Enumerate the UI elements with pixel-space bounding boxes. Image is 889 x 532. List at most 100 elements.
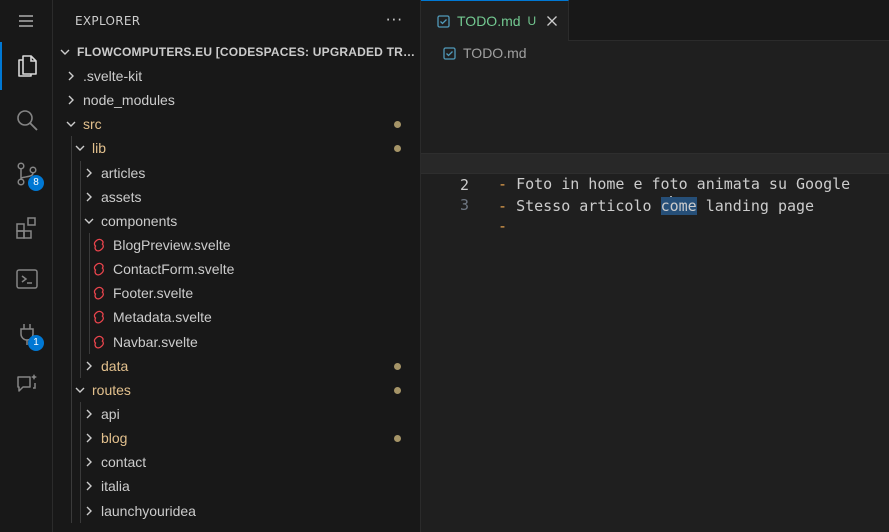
- folder-row[interactable]: italia: [53, 474, 420, 499]
- indent-guide: [71, 136, 72, 161]
- explorer-sidebar: EXPLORER ··· FLOWCOMPUTERS.EU [CODESPACE…: [53, 0, 421, 532]
- folder-row[interactable]: lib: [53, 136, 420, 161]
- svelte-file-icon: [91, 238, 113, 252]
- chevron-right-icon: [81, 454, 97, 470]
- file-tree: .svelte-kit node_modulessrc lib articles ass…: [53, 64, 420, 523]
- folder-row[interactable]: components: [53, 208, 420, 233]
- tree-item-label: Footer.svelte: [113, 285, 194, 302]
- svelte-file-icon: [91, 310, 113, 324]
- indent-guide: [89, 281, 90, 306]
- chevron-right-icon: [81, 478, 97, 494]
- file-row[interactable]: Navbar.svelte: [53, 329, 420, 354]
- indent-guide: [71, 450, 72, 475]
- activity-remote[interactable]: 1: [0, 310, 53, 358]
- tree-item-label: .svelte-kit: [83, 68, 143, 85]
- chevron-right-icon: [81, 189, 97, 205]
- indent-guide: [80, 257, 81, 282]
- indent-guide: [80, 232, 81, 258]
- modified-dot: [394, 435, 401, 443]
- folder-row[interactable]: launchyouridea: [53, 498, 420, 523]
- tree-item-label: articles: [101, 164, 146, 181]
- indent-guide: [71, 232, 72, 258]
- files-icon: [17, 55, 37, 77]
- folder-row[interactable]: assets: [53, 184, 420, 209]
- activity-terminal[interactable]: [0, 255, 53, 303]
- breadcrumb[interactable]: TODO.md: [443, 44, 527, 62]
- indent-guide: [80, 450, 81, 475]
- folder-row[interactable]: contact: [53, 450, 420, 475]
- indent-guide: [71, 184, 72, 209]
- indent-guide: [80, 426, 81, 451]
- menu-icon[interactable]: [17, 12, 35, 30]
- tree-item-label: components: [101, 212, 178, 229]
- tree-item-label: assets: [101, 188, 142, 205]
- indent-guide: [71, 498, 72, 523]
- more-actions-icon[interactable]: ···: [386, 12, 403, 28]
- tree-item-label: contact: [101, 454, 147, 471]
- activity-source-control[interactable]: 8: [0, 150, 53, 198]
- explorer-title: EXPLORER: [75, 14, 141, 28]
- tree-item-label: blog: [101, 430, 128, 447]
- code-line: 3 -: [421, 174, 889, 235]
- file-row[interactable]: Footer.svelte: [53, 281, 420, 306]
- editor-area: TODO.md U TODO.md 1 - Foto in home e fot…: [421, 0, 889, 532]
- indent-guide: [71, 474, 72, 499]
- tree-item-label: api: [101, 406, 120, 423]
- file-row[interactable]: Metadata.svelte: [53, 305, 420, 330]
- file-row[interactable]: BlogPreview.svelte: [53, 232, 420, 258]
- activity-bar: 8 1: [0, 0, 53, 532]
- chevron-down-icon: [81, 213, 97, 229]
- chevron-right-icon: [81, 406, 97, 422]
- code-editor[interactable]: 1 - Foto in home e foto animata su Googl…: [421, 132, 889, 235]
- folder-row[interactable]: data: [53, 353, 420, 378]
- svelte-file-icon: [91, 262, 113, 276]
- chevron-right-icon: [81, 503, 97, 519]
- breadcrumb-file: TODO.md: [463, 45, 527, 61]
- workspace-folder-row[interactable]: FLOWCOMPUTERS.EU [CODESPACES: UPGRADED T…: [53, 41, 420, 63]
- modified-dot: [394, 362, 401, 370]
- folder-row[interactable]: blog: [53, 426, 420, 451]
- chevron-right-icon: [63, 68, 79, 84]
- tree-item-label: BlogPreview.svelte: [113, 237, 231, 254]
- code-line-current: 2 - Stesso articolo come landing page: [421, 153, 889, 215]
- activity-search[interactable]: [0, 96, 53, 144]
- indent-guide: [89, 232, 90, 258]
- tree-item-label: data: [101, 357, 129, 374]
- activity-extensions[interactable]: [0, 204, 53, 252]
- indent-guide: [80, 353, 81, 378]
- indent-guide: [80, 498, 81, 523]
- source-control-badge: 8: [28, 175, 44, 191]
- tab-label: TODO.md: [457, 13, 521, 29]
- activity-chat[interactable]: [0, 360, 53, 408]
- folder-row[interactable]: src: [53, 112, 420, 136]
- indent-guide: [71, 401, 72, 427]
- svelte-file-icon: [91, 335, 113, 349]
- chevron-down-icon: [72, 382, 88, 398]
- tree-item-label: italia: [101, 478, 130, 495]
- close-icon[interactable]: [544, 13, 560, 29]
- indent-guide: [80, 184, 81, 209]
- indent-guide: [80, 160, 81, 185]
- indent-guide: [71, 160, 72, 185]
- line-text: - Stesso articolo come landing page: [498, 196, 815, 215]
- chevron-down-icon: [63, 116, 79, 132]
- chevron-down-icon: [57, 44, 73, 60]
- folder-row[interactable]: api: [53, 401, 420, 427]
- remote-badge: 1: [28, 335, 44, 351]
- folder-row[interactable]: articles: [53, 160, 420, 185]
- tree-item-label: node_modules: [83, 92, 175, 109]
- indent-guide: [80, 329, 81, 354]
- folder-row[interactable]: node_modules: [53, 88, 420, 112]
- folder-row[interactable]: .svelte-kit: [53, 64, 420, 88]
- indent-guide: [71, 377, 72, 402]
- folder-row[interactable]: routes: [53, 377, 420, 402]
- file-row[interactable]: ContactForm.svelte: [53, 257, 420, 282]
- indent-guide: [80, 401, 81, 427]
- modified-dot: [394, 121, 401, 129]
- svelte-file-icon: [91, 286, 113, 300]
- tree-item-label: lib: [92, 140, 107, 157]
- indent-guide: [71, 329, 72, 354]
- chevron-right-icon: [81, 358, 97, 374]
- activity-explorer[interactable]: [0, 42, 53, 90]
- tab-todo-md[interactable]: TODO.md U: [421, 0, 569, 41]
